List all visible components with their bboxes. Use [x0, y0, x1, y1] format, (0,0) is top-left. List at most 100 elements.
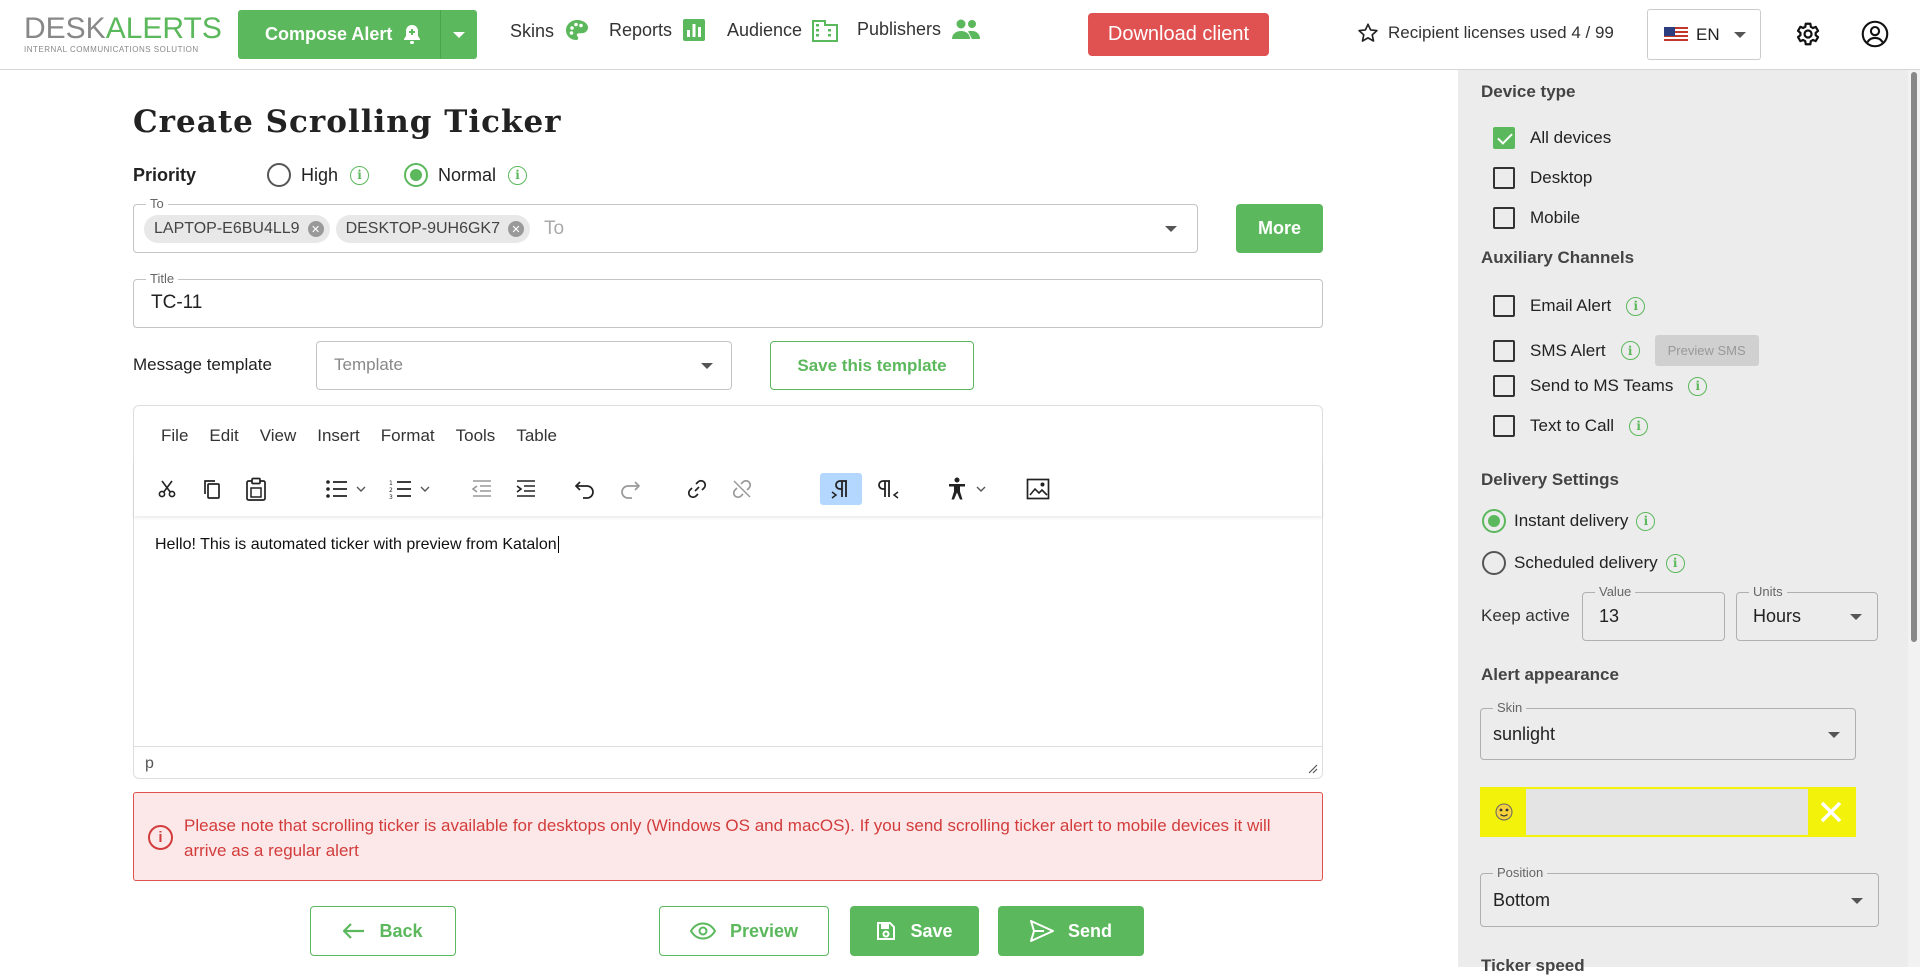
bullet-list-icon[interactable] [320, 473, 374, 505]
menu-tools[interactable]: Tools [456, 426, 496, 446]
to-recipients-field[interactable]: To LAPTOP-E6BU4LL9 ✕ DESKTOP-9UH6GK7 ✕ To [133, 196, 1198, 253]
back-button[interactable]: Back [310, 906, 456, 956]
info-icon[interactable]: i [350, 165, 370, 185]
chevron-down-icon [1733, 31, 1746, 38]
rtl-direction-icon[interactable] [871, 473, 907, 505]
preview-sms-button[interactable]: Preview SMS [1654, 335, 1759, 366]
title-field[interactable]: Title TC-11 [133, 271, 1323, 328]
priority-normal-radio[interactable] [404, 163, 429, 187]
checkbox-checked[interactable] [1493, 127, 1515, 149]
priority-high-label[interactable]: High [301, 165, 338, 186]
recipient-chip[interactable]: DESKTOP-9UH6GK7 ✕ [335, 215, 530, 243]
paste-icon[interactable] [238, 473, 274, 505]
radio[interactable] [1482, 551, 1506, 575]
unlink-icon[interactable] [724, 473, 760, 505]
text-to-call-label: Text to Call [1530, 416, 1615, 435]
preview-button[interactable]: Preview [659, 906, 829, 956]
settings-gear-icon[interactable] [1793, 20, 1821, 53]
radio-selected[interactable] [1482, 509, 1506, 533]
resize-handle-icon[interactable] [1306, 762, 1318, 774]
scrollbar-thumb[interactable] [1911, 72, 1917, 642]
checkbox[interactable] [1493, 375, 1515, 397]
nav-audience[interactable]: Audience [727, 18, 839, 42]
language-value: EN [1696, 24, 1720, 44]
checkbox[interactable] [1493, 207, 1515, 229]
deskalerts-logo[interactable]: DESKALERTS INTERNAL COMMUNICATIONS SOLUT… [24, 14, 222, 55]
link-icon[interactable] [679, 473, 715, 505]
undo-icon[interactable] [567, 473, 603, 505]
info-icon[interactable]: i [1688, 376, 1708, 396]
editor-content[interactable]: Hello! This is automated ticker with pre… [155, 536, 559, 554]
editor-text: Hello! This is automated ticker with pre… [155, 536, 557, 553]
skin-select[interactable]: Skin sunlight [1480, 700, 1856, 760]
outdent-icon[interactable] [464, 473, 500, 505]
indent-icon[interactable] [508, 473, 544, 505]
insert-image-icon[interactable] [1020, 473, 1056, 505]
nav-publishers[interactable]: Publishers [857, 18, 981, 40]
cut-icon[interactable] [149, 473, 185, 505]
menu-view[interactable]: View [260, 426, 297, 446]
to-input-placeholder[interactable]: To [544, 218, 564, 240]
ltr-direction-icon[interactable] [820, 473, 862, 505]
position-select[interactable]: Position Bottom [1480, 865, 1879, 927]
menu-table[interactable]: Table [516, 426, 557, 446]
accessibility-icon[interactable] [942, 473, 996, 505]
send-button[interactable]: Send [998, 906, 1144, 956]
info-icon[interactable]: i [1636, 511, 1656, 531]
keep-active-units-select[interactable]: Units Hours [1736, 584, 1878, 641]
numbered-list-icon[interactable]: 123 [384, 473, 438, 505]
more-button[interactable]: More [1236, 204, 1323, 253]
recipient-licenses[interactable]: Recipient licenses used 4 / 99 [1357, 22, 1614, 44]
sidebar-scrollbar[interactable] [1908, 70, 1920, 967]
auxiliary-channels-heading: Auxiliary Channels [1481, 248, 1635, 267]
nav-reports[interactable]: Reports [609, 18, 706, 42]
compose-alert-dropdown-button[interactable] [441, 10, 478, 59]
checkbox-mobile[interactable]: Mobile [1493, 207, 1580, 229]
chevron-down-icon[interactable] [1165, 226, 1177, 232]
checkbox-all-devices[interactable]: All devices [1493, 127, 1611, 149]
keep-active-value-input[interactable]: Value 13 [1582, 584, 1725, 641]
menu-edit[interactable]: Edit [209, 426, 238, 446]
checkbox-text-to-call[interactable]: Text to Call i [1493, 415, 1649, 437]
ticker-close-icon [1808, 789, 1854, 835]
save-button[interactable]: Save [850, 906, 979, 956]
language-select[interactable]: EN [1647, 9, 1761, 60]
radio-scheduled-delivery[interactable]: Scheduled delivery i [1482, 551, 1685, 575]
redo-icon[interactable] [612, 473, 648, 505]
recipient-chip[interactable]: LAPTOP-E6BU4LL9 ✕ [144, 215, 330, 243]
info-icon[interactable]: i [1665, 553, 1685, 573]
priority-normal-label[interactable]: Normal [438, 165, 496, 186]
remove-chip-icon[interactable]: ✕ [507, 221, 524, 237]
nav-reports-label: Reports [609, 19, 673, 40]
checkbox[interactable] [1493, 415, 1515, 437]
checkbox-ms-teams[interactable]: Send to MS Teams i [1493, 375, 1708, 397]
compose-alert-button[interactable]: Compose Alert [238, 10, 442, 59]
checkbox[interactable] [1493, 339, 1515, 362]
copy-icon[interactable] [194, 473, 230, 505]
menu-file[interactable]: File [161, 426, 188, 446]
checkbox-sms-alert[interactable]: SMS Alert i Preview SMS [1493, 335, 1759, 366]
chevron-down-icon [453, 31, 466, 38]
keep-active-label: Keep active [1481, 606, 1570, 625]
checkbox-desktop[interactable]: Desktop [1493, 167, 1592, 189]
info-icon[interactable]: i [1626, 296, 1646, 316]
save-template-button[interactable]: Save this template [770, 341, 974, 390]
title-input-value[interactable]: TC-11 [151, 292, 202, 314]
nav-skins[interactable]: Skins [510, 18, 590, 44]
menu-insert[interactable]: Insert [317, 426, 360, 446]
info-icon[interactable]: i [1620, 341, 1640, 360]
element-path[interactable]: p [145, 755, 154, 772]
download-client-button[interactable]: Download client [1088, 13, 1269, 56]
info-icon[interactable]: i [1629, 416, 1649, 436]
checkbox[interactable] [1493, 167, 1515, 189]
menu-format[interactable]: Format [381, 426, 435, 446]
info-icon[interactable]: i [508, 165, 528, 185]
remove-chip-icon[interactable]: ✕ [307, 221, 324, 237]
user-account-icon[interactable] [1861, 20, 1889, 53]
message-template-select[interactable]: Template [316, 341, 732, 390]
checkbox-email-alert[interactable]: Email Alert i [1493, 295, 1646, 317]
priority-row: Priority High i Normal i [133, 163, 528, 187]
checkbox[interactable] [1493, 295, 1515, 317]
radio-instant-delivery[interactable]: Instant delivery i [1482, 509, 1656, 533]
priority-high-radio[interactable] [267, 163, 291, 187]
